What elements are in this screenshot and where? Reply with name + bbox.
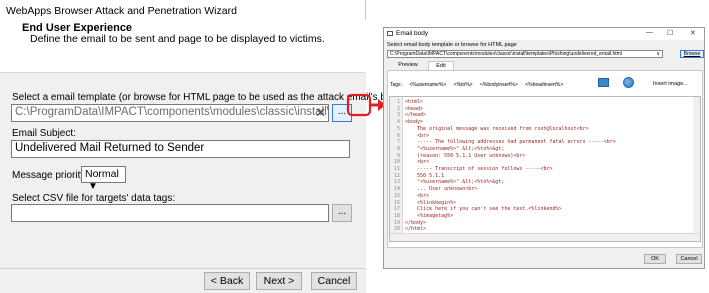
dialog-instruction: Select email body template or browse for… bbox=[387, 42, 517, 48]
code-text: <%linkbegin%> bbox=[405, 199, 457, 206]
tags-bar: Tags: <%username%> <%to%> <%bodyinsert%>… bbox=[390, 82, 569, 88]
code-text: "<%username%>" &lt;<%to%>&gt; bbox=[405, 179, 505, 186]
ok-button[interactable]: OK bbox=[644, 254, 666, 264]
code-text: <br> bbox=[405, 132, 430, 139]
priority-label: Message priority: bbox=[12, 170, 89, 181]
back-button[interactable]: < Back bbox=[204, 272, 250, 290]
code-text: <html> bbox=[405, 99, 424, 105]
priority-select[interactable]: Normal▼ bbox=[81, 166, 126, 192]
globe-link-icon[interactable] bbox=[623, 77, 634, 88]
priority-value: Normal bbox=[85, 168, 119, 180]
dialog-path-select[interactable]: C:\ProgramData\IMPACT\components\modules… bbox=[387, 50, 663, 58]
code-text: 550 5.1.1 bbox=[405, 172, 445, 179]
tab-preview[interactable]: Preview bbox=[394, 61, 422, 70]
code-text: ----- The following addresses had perman… bbox=[405, 139, 616, 146]
chevron-down-icon: ∨ bbox=[656, 51, 660, 57]
tag-bodyinsert[interactable]: <%bodyinsert%> bbox=[480, 82, 518, 88]
dialog-titlebar: Email body — ☐ ✕ bbox=[384, 28, 704, 40]
code-text: Click here if you can't see the text.<%l… bbox=[405, 206, 562, 213]
code-text: </head> bbox=[405, 112, 427, 119]
tab-edit[interactable]: Edit bbox=[428, 61, 454, 70]
horizontal-scrollbar[interactable] bbox=[390, 233, 700, 241]
csv-path-input[interactable] bbox=[11, 204, 329, 222]
code-text: "<%username%>" &lt;<%to%>&gt; bbox=[405, 145, 505, 152]
subject-label: Email Subject: bbox=[12, 128, 76, 139]
wizard-window: WebApps Browser Attack and Penetration W… bbox=[0, 0, 408, 293]
subject-input[interactable]: Undelivered Mail Returned to Sender bbox=[11, 140, 350, 158]
code-text: <%imagetag%> bbox=[405, 212, 454, 219]
tag-to[interactable]: <%to%> bbox=[454, 82, 473, 88]
code-text: </body> bbox=[405, 219, 427, 226]
code-text: (reason: 550 5.1.1 User unknown)<br> bbox=[405, 152, 526, 159]
chevron-down-icon: ▼ bbox=[88, 181, 98, 192]
code-text: <body> bbox=[405, 119, 424, 126]
tags-label: Tags: bbox=[390, 82, 402, 88]
email-body-dialog: Email body — ☐ ✕ Select email body templ… bbox=[383, 27, 705, 269]
browse-button[interactable]: Browse bbox=[680, 50, 704, 58]
code-text: ----- Transcript of session follows ----… bbox=[405, 166, 553, 172]
browse-csv-button[interactable]: ... bbox=[332, 204, 352, 222]
dialog-path-value: C:\ProgramData\IMPACT\components\modules… bbox=[390, 51, 622, 57]
code-text: <br> bbox=[405, 159, 430, 166]
cancel-button[interactable]: Cancel bbox=[311, 272, 357, 290]
close-icon[interactable]: ✕ bbox=[690, 29, 696, 37]
code-text: The original message was received from r… bbox=[405, 125, 589, 132]
code-text: ... User unknown<br> bbox=[405, 186, 478, 193]
next-button[interactable]: Next > bbox=[256, 272, 302, 290]
code-text: <head> bbox=[405, 105, 424, 112]
html-code-editor[interactable]: 1 <html> 2 <head> 3 </head> 4 <body> 5 The origi… bbox=[389, 96, 701, 242]
image-icon[interactable] bbox=[598, 78, 609, 87]
insert-image-button[interactable]: Insert image... bbox=[653, 81, 688, 87]
clear-icon[interactable]: ✕ bbox=[315, 105, 326, 121]
highlight-box bbox=[346, 93, 372, 117]
vertical-scrollbar[interactable] bbox=[693, 97, 700, 233]
wizard-title: WebApps Browser Attack and Penetration W… bbox=[6, 5, 237, 17]
step-subtitle: Define the email to be sent and page to … bbox=[30, 33, 325, 45]
template-path-value: C:\ProgramData\IMPACT\components\modules… bbox=[15, 106, 329, 118]
dialog-cancel-button[interactable]: Cancel bbox=[676, 254, 702, 264]
minimize-icon[interactable]: — bbox=[646, 29, 653, 36]
template-path-input[interactable]: C:\ProgramData\IMPACT\components\modules… bbox=[11, 104, 329, 122]
dialog-title: Email body bbox=[396, 30, 429, 37]
code-text: <br> bbox=[405, 192, 430, 199]
tag-username[interactable]: <%username%> bbox=[409, 82, 446, 88]
maximize-icon[interactable]: ☐ bbox=[667, 29, 673, 37]
code-text: </html> bbox=[405, 226, 427, 233]
csv-label: Select CSV file for targets' data tags: bbox=[12, 193, 176, 204]
callout-arrow bbox=[346, 93, 386, 117]
tag-headinsert[interactable]: <%headinsert%> bbox=[525, 82, 563, 88]
window-icon bbox=[387, 31, 393, 36]
